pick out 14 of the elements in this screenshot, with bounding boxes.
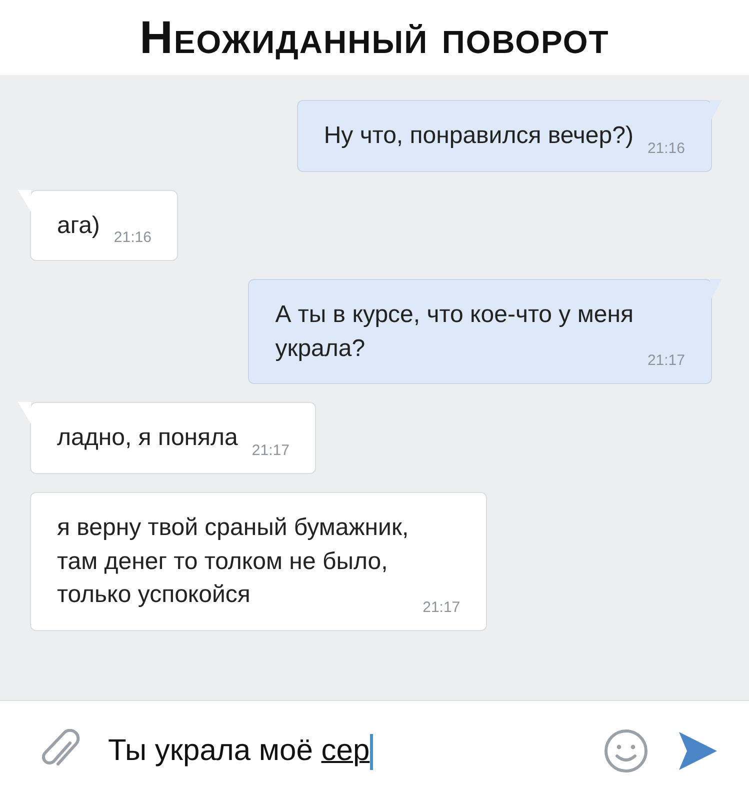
message-text: ага) — [57, 210, 100, 241]
message-time: 21:16 — [647, 138, 685, 159]
message-time: 21:17 — [252, 440, 290, 461]
message-time: 21:17 — [647, 351, 685, 372]
message-text: Ну что, понравился вечер?) — [324, 121, 634, 151]
message-text: А ты в курсе, что кое-что у меня украла? — [275, 300, 634, 364]
caption: Неожиданный поворот — [138, 10, 610, 65]
message-field[interactable]: Ты украла моё сер — [108, 728, 575, 773]
send-icon[interactable] — [677, 730, 719, 772]
message-time: 21:16 — [114, 228, 152, 248]
message-text: ладно, я поняла — [57, 423, 238, 454]
message-time: 21:17 — [422, 598, 460, 618]
message-text: я верну твой сраный бумажник, там денег то толком не было, только успокойся — [57, 512, 409, 610]
smiley-icon[interactable] — [603, 728, 649, 774]
